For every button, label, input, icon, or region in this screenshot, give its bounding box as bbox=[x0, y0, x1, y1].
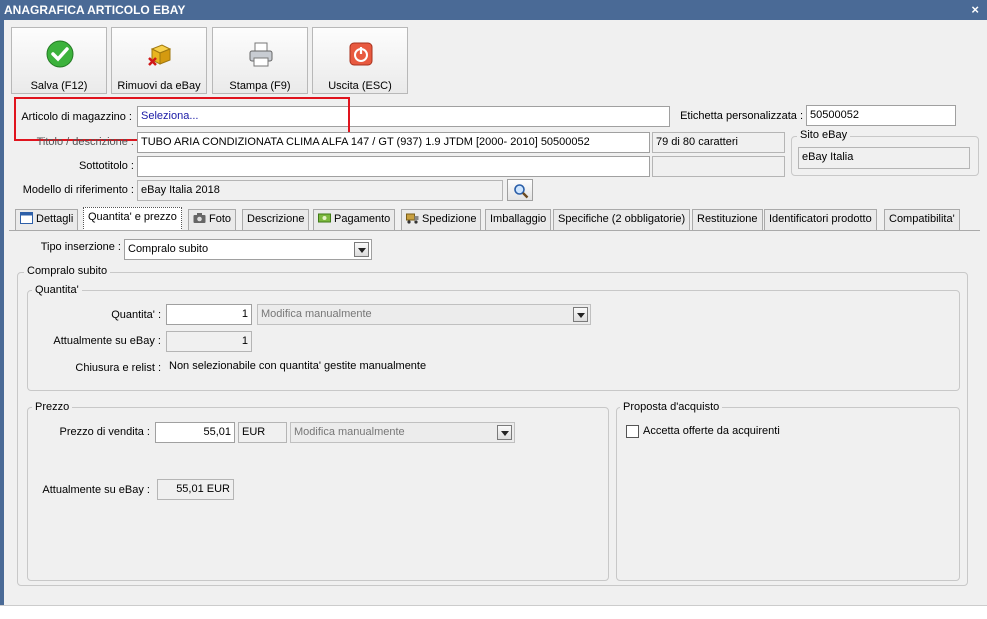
prezzo-label: Prezzo di vendita : bbox=[59, 426, 151, 438]
modello-label: Modello di riferimento : bbox=[22, 184, 134, 196]
prezzo-input[interactable]: 55,01 bbox=[155, 422, 235, 443]
tipo-value: Compralo subito bbox=[128, 243, 209, 255]
tipo-select[interactable]: Compralo subito bbox=[124, 239, 372, 260]
printer-icon bbox=[249, 42, 273, 67]
tab-spedizione[interactable]: Spedizione bbox=[401, 209, 482, 230]
chevron-down-icon[interactable] bbox=[497, 425, 512, 440]
prezzo-title: Prezzo bbox=[32, 401, 73, 413]
tab-foto-label: Foto bbox=[209, 213, 232, 225]
tab-imballaggio[interactable]: Imballaggio bbox=[485, 209, 552, 230]
accetta-label: Accetta offerte da acquirenti bbox=[643, 425, 780, 437]
quantita-mode-value: Modifica manualmente bbox=[261, 308, 372, 320]
close-icon[interactable]: × bbox=[971, 0, 979, 20]
char-count: 79 di 80 caratteri bbox=[652, 132, 785, 153]
tab-descrizione-label: Descrizione bbox=[247, 213, 305, 225]
check-icon bbox=[46, 40, 74, 68]
window: ANAGRAFICA ARTICOLO EBAY × Salva (F12) R… bbox=[0, 0, 987, 619]
tab-restituzione-label: Restituzione bbox=[697, 213, 758, 225]
exit-button[interactable]: Uscita (ESC) bbox=[312, 27, 408, 94]
sito-ebay-value: eBay Italia bbox=[798, 147, 970, 169]
compralo-title: Compralo subito bbox=[24, 265, 111, 277]
tab-identificatori[interactable]: Identificatori prodotto bbox=[764, 209, 877, 230]
tab-descrizione[interactable]: Descrizione bbox=[242, 209, 310, 230]
sottotitolo-count bbox=[652, 156, 785, 177]
titolo-input[interactable]: TUBO ARIA CONDIZIONATA CLIMA ALFA 147 / … bbox=[137, 132, 650, 153]
quantita-input[interactable]: 1 bbox=[166, 304, 252, 325]
accetta-checkbox[interactable] bbox=[626, 425, 639, 438]
attuale-q-label: Attualmente su eBay : bbox=[53, 335, 161, 347]
save-label: Salva (F12) bbox=[30, 80, 88, 92]
tab-compatibilita-label: Compatibilita' bbox=[889, 213, 955, 225]
tab-specifiche-label: Specifiche (2 obbligatorie) bbox=[558, 213, 686, 225]
window-title: ANAGRAFICA ARTICOLO EBAY bbox=[0, 0, 987, 20]
remove-ebay-button[interactable]: Rimuovi da eBay bbox=[111, 27, 207, 94]
window-border bbox=[0, 20, 4, 619]
exit-label: Uscita (ESC) bbox=[328, 80, 392, 92]
remove-ebay-label: Rimuovi da eBay bbox=[117, 80, 201, 92]
tab-dettagli[interactable]: Dettagli bbox=[15, 209, 79, 230]
sottotitolo-input[interactable] bbox=[137, 156, 650, 177]
chiusura-label: Chiusura e relist : bbox=[75, 362, 161, 374]
chiusura-value: Non selezionabile con quantita' gestite … bbox=[169, 360, 427, 372]
calendar-icon bbox=[20, 212, 33, 224]
box-remove-icon bbox=[148, 44, 172, 66]
tab-foto[interactable]: Foto bbox=[188, 209, 237, 230]
tipo-label: Tipo inserzione : bbox=[40, 241, 121, 253]
tab-dettagli-label: Dettagli bbox=[36, 213, 74, 225]
search-modello-button[interactable] bbox=[507, 179, 533, 201]
tab-restituzione[interactable]: Restituzione bbox=[692, 209, 763, 230]
sottotitolo-label: Sottotitolo : bbox=[78, 160, 134, 172]
window-bottom bbox=[0, 605, 987, 619]
print-label: Stampa (F9) bbox=[229, 80, 291, 92]
quantita-title: Quantita' bbox=[32, 284, 82, 296]
tab-pagamento[interactable]: Pagamento bbox=[313, 209, 396, 230]
tab-specifiche[interactable]: Specifiche (2 obbligatorie) bbox=[553, 209, 691, 230]
tab-quantita-prezzo[interactable]: Quantita' e prezzo bbox=[83, 207, 182, 231]
attuale-p-value: 55,01 EUR bbox=[157, 479, 234, 500]
truck-icon bbox=[406, 213, 419, 224]
tab-spedizione-label: Spedizione bbox=[422, 213, 477, 225]
camera-icon bbox=[193, 213, 206, 223]
exit-icon bbox=[349, 42, 373, 66]
attuale-q-value: 1 bbox=[166, 331, 252, 352]
tab-identificatori-label: Identificatori prodotto bbox=[769, 213, 872, 225]
tab-pagamento-label: Pagamento bbox=[334, 213, 391, 225]
prezzo-mode-select[interactable]: Modifica manualmente bbox=[290, 422, 515, 443]
currency-label: EUR bbox=[238, 422, 287, 443]
titolo-label: Titolo / descrizione : bbox=[36, 136, 134, 148]
tab-imballaggio-label: Imballaggio bbox=[490, 213, 547, 225]
sito-ebay-title: Sito eBay bbox=[797, 129, 851, 141]
quantita-label: Quantita' : bbox=[111, 309, 161, 321]
tab-quantita-label: Quantita' e prezzo bbox=[88, 211, 177, 223]
print-button[interactable]: Stampa (F9) bbox=[212, 27, 308, 94]
save-button[interactable]: Salva (F12) bbox=[11, 27, 107, 94]
quantita-mode-select[interactable]: Modifica manualmente bbox=[257, 304, 591, 325]
modello-input: eBay Italia 2018 bbox=[137, 180, 503, 201]
money-icon bbox=[318, 213, 331, 223]
prezzo-mode-value: Modifica manualmente bbox=[294, 426, 405, 438]
proposta-title: Proposta d'acquisto bbox=[620, 401, 723, 413]
etichetta-label: Etichetta personalizzata : bbox=[680, 110, 803, 122]
tab-compatibilita[interactable]: Compatibilita' bbox=[884, 209, 960, 230]
chevron-down-icon[interactable] bbox=[354, 242, 369, 257]
etichetta-input[interactable]: 50500052 bbox=[806, 105, 956, 126]
attuale-p-label: Attualmente su eBay : bbox=[42, 484, 150, 496]
search-icon bbox=[514, 184, 529, 199]
chevron-down-icon[interactable] bbox=[573, 307, 588, 322]
